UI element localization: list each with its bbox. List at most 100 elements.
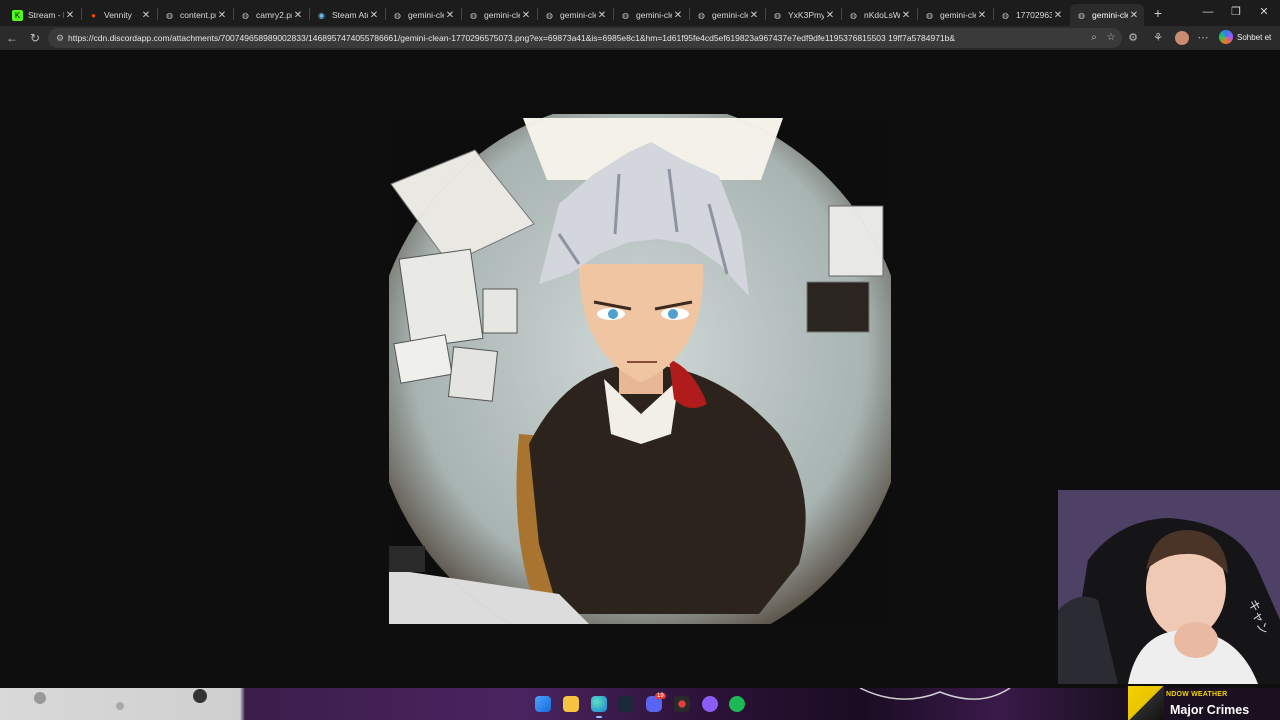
globe-icon: ◍: [1002, 10, 1009, 20]
tab-separator: [613, 8, 614, 20]
close-window-button[interactable]: ✕: [1250, 2, 1278, 22]
restore-button[interactable]: ❐: [1222, 2, 1250, 22]
tab-close-icon[interactable]: ✕: [748, 10, 760, 21]
tab-close-icon[interactable]: ✕: [976, 10, 988, 21]
media-icon[interactable]: [674, 696, 690, 712]
tab-title: gemini-clea: [636, 10, 672, 20]
steam-icon: ◉: [318, 10, 325, 20]
steam-icon[interactable]: [618, 696, 634, 712]
tab-7[interactable]: ◍ gemini-clea✕: [538, 4, 612, 26]
tab-8[interactable]: ◍ gemini-clea✕: [614, 4, 688, 26]
tab-separator: [993, 8, 994, 20]
tab-title: Stream - Ki: [28, 10, 64, 20]
tab-title: content.png: [180, 10, 216, 20]
zoom-icon[interactable]: ⌕: [1087, 31, 1101, 45]
more-menu-icon[interactable]: ⋯: [1196, 31, 1210, 45]
windows-start-icon[interactable]: [535, 696, 551, 712]
back-icon[interactable]: ←: [3, 29, 21, 47]
now-playing-title: Major Crimes: [1170, 703, 1250, 717]
tab-title: YxK3Pmyd: [788, 10, 824, 20]
browser-extension-icon[interactable]: ⚘: [1151, 31, 1165, 45]
copilot-button[interactable]: Sohbet et: [1219, 30, 1271, 44]
discord-notification-badge: 19: [655, 693, 666, 699]
tab-separator: [461, 8, 462, 20]
globe-icon: ◍: [546, 10, 553, 20]
tab-title: nKdoLsWX: [864, 10, 900, 20]
tab-close-icon[interactable]: ✕: [292, 10, 304, 21]
tab-separator: [689, 8, 690, 20]
browser-toolbar: ← ↻ ⚙ https://cdn.discordapp.com/attachm…: [0, 26, 1280, 50]
tab-2[interactable]: ◍ content.png✕: [158, 4, 232, 26]
tab-title: Vennity: [104, 10, 132, 20]
tab-separator: [917, 8, 918, 20]
anime-character-image[interactable]: [389, 114, 891, 624]
tab-close-icon[interactable]: ✕: [900, 10, 912, 21]
tab-close-icon[interactable]: ✕: [368, 10, 380, 21]
url-text[interactable]: https://cdn.discordapp.com/attachments/7…: [68, 33, 955, 43]
tab-5[interactable]: ◍ gemini-clea✕: [386, 4, 460, 26]
file-explorer-icon[interactable]: [563, 696, 579, 712]
app-icon[interactable]: [702, 696, 718, 712]
tab-11[interactable]: ◍ nKdoLsWX✕: [842, 4, 916, 26]
tab-10[interactable]: ◍ YxK3Pmyd✕: [766, 4, 840, 26]
tab-title: gemini-clea: [940, 10, 976, 20]
tab-4[interactable]: ◉ Steam Atölye✕: [310, 4, 384, 26]
tab-close-icon[interactable]: ✕: [444, 10, 456, 21]
globe-icon: ◍: [1078, 10, 1085, 20]
tab-title: gemini-clea: [1092, 10, 1128, 20]
favorite-star-icon[interactable]: ☆: [1104, 31, 1118, 45]
tab-strip: KStream - Ki✕●Vennity✕◍content.png✕◍camr…: [0, 0, 1280, 26]
tab-separator: [233, 8, 234, 20]
globe-icon: ◍: [622, 10, 629, 20]
extensions-icon[interactable]: ⚙: [1126, 31, 1140, 45]
tab-close-icon[interactable]: ✕: [596, 10, 608, 21]
tab-14[interactable]: ◍ gemini-clea✕: [1070, 4, 1144, 26]
tab-13[interactable]: ◍ 17702963 ✕: [994, 4, 1068, 26]
minimize-button[interactable]: —: [1194, 2, 1222, 22]
reddit-icon: ●: [91, 10, 96, 20]
copilot-icon: [1219, 30, 1233, 44]
globe-icon: ◍: [926, 10, 933, 20]
anime-illustration: [389, 114, 891, 624]
tab-title: gemini-clea: [408, 10, 444, 20]
tab-3[interactable]: ◍ camry2.png✕: [234, 4, 308, 26]
tab-1[interactable]: ● Vennity ✕: [82, 4, 156, 26]
tab-close-icon[interactable]: ✕: [140, 10, 152, 21]
tab-separator: [537, 8, 538, 20]
site-info-icon[interactable]: ⚙: [54, 32, 66, 44]
globe-icon: ◍: [166, 10, 173, 20]
tab-title: camry2.png: [256, 10, 292, 20]
windows-taskbar: 19: [0, 688, 1280, 720]
tab-title: 17702963: [1016, 10, 1052, 20]
spotify-icon[interactable]: [729, 696, 745, 712]
globe-icon: ◍: [470, 10, 477, 20]
tab-6[interactable]: ◍ gemini-clea✕: [462, 4, 536, 26]
tab-close-icon[interactable]: ✕: [520, 10, 532, 21]
globe-icon: ◍: [774, 10, 781, 20]
edge-icon[interactable]: [591, 696, 607, 712]
tab-0[interactable]: K Stream - Ki✕: [6, 4, 80, 26]
refresh-icon[interactable]: ↻: [26, 29, 44, 47]
edge-active-indicator: [596, 716, 602, 718]
tab-title: gemini-clea: [712, 10, 748, 20]
tab-close-icon[interactable]: ✕: [64, 10, 76, 21]
tab-close-icon[interactable]: ✕: [216, 10, 228, 21]
address-bar[interactable]: ⚙ https://cdn.discordapp.com/attachments…: [48, 28, 1122, 48]
globe-icon: ◍: [698, 10, 705, 20]
tab-close-icon[interactable]: ✕: [1052, 10, 1064, 21]
tab-close-icon[interactable]: ✕: [1128, 10, 1140, 21]
tab-separator: [765, 8, 766, 20]
tab-title: Steam Atölye: [332, 10, 368, 20]
tab-9[interactable]: ◍ gemini-clea✕: [690, 4, 764, 26]
tab-separator: [309, 8, 310, 20]
tab-separator: [841, 8, 842, 20]
album-art: [1128, 686, 1164, 720]
tab-title: gemini-clea: [560, 10, 596, 20]
now-playing-subtitle: NDOW WEATHER: [1166, 691, 1228, 698]
tab-close-icon[interactable]: ✕: [672, 10, 684, 21]
tab-title: gemini-clea: [484, 10, 520, 20]
tab-close-icon[interactable]: ✕: [824, 10, 836, 21]
profile-avatar[interactable]: [1175, 31, 1189, 45]
new-tab-button[interactable]: +: [1150, 5, 1166, 21]
tab-12[interactable]: ◍ gemini-clea✕: [918, 4, 992, 26]
